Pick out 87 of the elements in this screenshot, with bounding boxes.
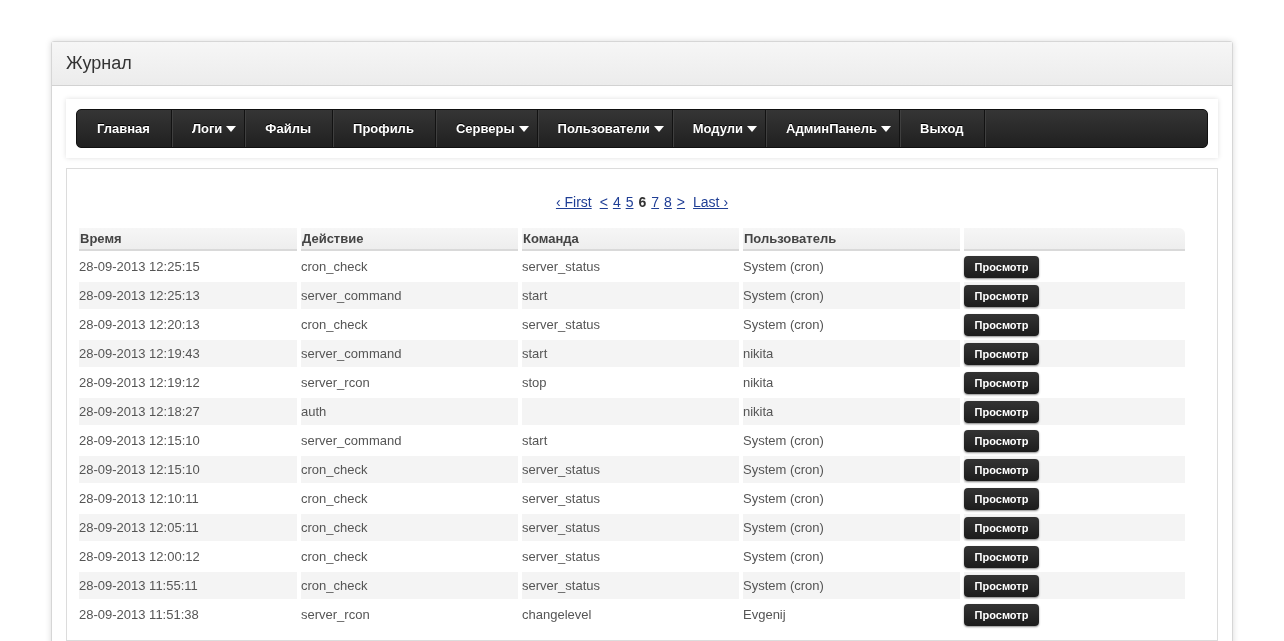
table-cell-text: System (cron) [743,258,825,276]
table-cell-text: 28-09-2013 12:15:10 [79,432,201,450]
table-cell-text: server_status [522,316,602,334]
view-button[interactable]: Просмотр [964,516,1039,539]
nav-item[interactable]: Файлы [245,110,334,147]
nav-item[interactable]: Профиль [333,110,436,147]
pagination-link[interactable]: 4 [612,194,621,210]
table-cell: server_status [522,456,739,483]
table-cell-text: Evgenij [743,606,787,624]
table-cell-text: nikita [743,374,775,392]
table-cell: nikita [743,340,960,367]
table-cell-text: server_command [301,432,403,450]
table-cell: 28-09-2013 12:18:27 [79,398,297,425]
nav-item[interactable]: Логи [171,110,246,147]
pagination-link[interactable]: Last › [693,194,729,210]
view-button[interactable]: Просмотр [964,429,1039,452]
table-cell-text: System (cron) [743,316,825,334]
table-cell: 28-09-2013 12:19:43 [79,340,297,367]
pagination-link[interactable]: 8 [664,194,672,210]
table-cell: cron_check [301,572,518,599]
view-button[interactable]: Просмотр [964,400,1039,423]
nav-item[interactable]: Пользователи [537,110,673,147]
pagination-link[interactable]: 5 [625,194,634,210]
nav-item[interactable]: Выход [900,110,986,147]
table-cell: 28-09-2013 12:25:13 [79,282,297,309]
table-cell-text: System (cron) [743,490,825,508]
table-cell: System (cron) [743,572,960,599]
column-header: Пользователь [743,228,960,251]
table-cell: start [522,282,739,309]
view-button[interactable]: Просмотр [964,342,1039,365]
table-cell-text: start [522,432,549,450]
table-cell: server_command [301,282,518,309]
pagination-link[interactable]: 7 [651,194,660,210]
table-cell-text: cron_check [301,490,369,508]
column-header: Время [79,228,297,251]
table-cell: server_command [301,340,518,367]
view-button[interactable]: Просмотр [964,487,1039,510]
column-header: Команда [522,228,739,251]
table-cell-text: System (cron) [743,548,825,566]
view-button[interactable]: Просмотр [964,313,1039,336]
table-cell-text: 28-09-2013 12:25:15 [79,258,201,276]
table-cell: server_status [522,572,739,599]
column-header: Действие [301,228,518,251]
table-cell-text: server_status [522,548,602,566]
table-cell-text: 28-09-2013 11:51:38 [79,606,200,624]
table-cell: 28-09-2013 11:55:11 [79,572,297,599]
page-title: Журнал [66,53,132,74]
pagination-link[interactable]: > [676,194,686,210]
nav-item[interactable]: АдминПанель [766,110,901,147]
table-cell-text: 28-09-2013 12:20:13 [79,316,201,334]
table-cell: 28-09-2013 12:15:10 [79,456,297,483]
view-button[interactable]: Просмотр [964,255,1039,278]
table-cell: 28-09-2013 12:05:11 [79,514,297,541]
table-cell-text: changelevel [522,606,593,624]
table-cell-text: server_status [522,490,602,508]
table-cell: server_status [522,514,739,541]
table-cell-text: stop [522,374,548,392]
table-cell: auth [301,398,518,425]
table-cell: cron_check [301,456,518,483]
table-cell-text: System (cron) [743,432,825,450]
table-cell-text: server_rcon [301,374,371,392]
table-cell-text: cron_check [301,548,369,566]
nav-item[interactable]: Серверы [435,110,538,147]
view-button[interactable]: Просмотр [964,458,1039,481]
table-cell: cron_check [301,514,518,541]
pagination-link[interactable]: < [599,194,608,210]
view-button[interactable]: Просмотр [964,371,1039,394]
table-cell-text: cron_check [301,258,369,276]
table-cell-text: cron_check [301,316,369,334]
view-button[interactable]: Просмотр [964,284,1039,307]
table-cell-text: server_rcon [301,606,371,624]
table-cell: System (cron) [743,456,960,483]
pagination-link[interactable]: ‹ First [555,194,592,210]
table-cell-text: 28-09-2013 12:00:12 [79,548,201,566]
nav-item[interactable]: Модули [672,110,767,147]
table-cell: System (cron) [743,282,960,309]
table-cell-text: 28-09-2013 12:10:11 [79,490,200,508]
table-cell: nikita [743,398,960,425]
current-page: 6 [638,194,647,210]
table-cell: System (cron) [743,514,960,541]
view-button[interactable]: Просмотр [964,545,1039,568]
nav-item[interactable]: Главная [77,110,172,147]
table-cell-text: 28-09-2013 12:19:12 [79,374,201,392]
table-cell-text: server_status [522,258,602,276]
view-button[interactable]: Просмотр [964,603,1039,626]
table-cell: start [522,340,739,367]
view-button[interactable]: Просмотр [964,574,1039,597]
